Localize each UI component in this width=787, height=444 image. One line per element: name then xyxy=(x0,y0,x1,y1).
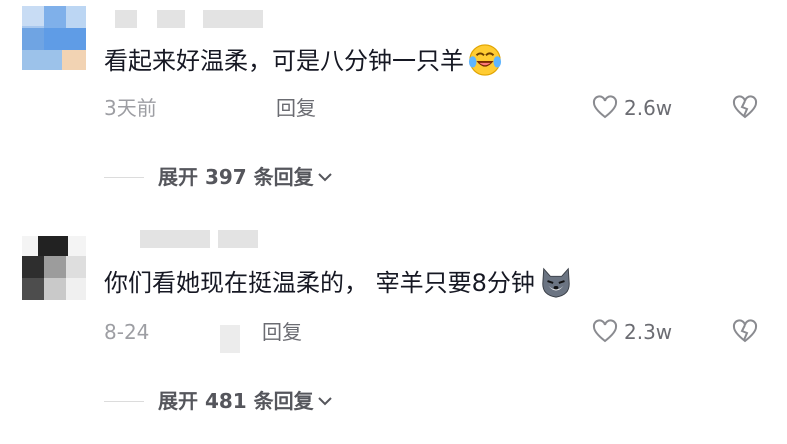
like-count: 2.6w xyxy=(624,96,673,120)
heart-icon xyxy=(592,95,618,119)
comment-text: 你们看她现在挺温柔的， 宰羊只要8分钟 xyxy=(104,267,573,301)
comment-text-content: 看起来好温柔，可是八分钟一只羊 xyxy=(104,47,464,75)
expand-replies-button[interactable]: 展开 481 条回复 xyxy=(104,386,334,416)
expand-replies-label: 展开 481 条回复 xyxy=(158,389,314,413)
heart-icon xyxy=(592,319,618,343)
chevron-down-icon xyxy=(317,397,332,406)
broken-heart-icon[interactable] xyxy=(732,319,758,345)
avatar[interactable] xyxy=(22,6,86,70)
comment-text: 看起来好温柔，可是八分钟一只羊 xyxy=(104,44,502,79)
username-blurred[interactable] xyxy=(115,10,265,28)
wolf-face-icon xyxy=(542,267,570,298)
comment-item: 看起来好温柔，可是八分钟一只羊 3天前 回复 2.6w 展开 397 条回复 xyxy=(0,0,787,222)
like-button[interactable]: 2.3w xyxy=(592,317,672,347)
username-blurred[interactable] xyxy=(140,230,260,248)
reply-button[interactable]: 回复 xyxy=(276,93,316,123)
chevron-down-icon xyxy=(317,173,332,182)
expand-replies-button[interactable]: 展开 397 条回复 xyxy=(104,162,334,192)
divider xyxy=(104,400,144,402)
like-count: 2.3w xyxy=(624,320,673,344)
comment-text-content: 你们看她现在挺温柔的， 宰羊只要8分钟 xyxy=(104,269,535,297)
blurred-region xyxy=(220,325,240,353)
comment-time: 8-24 xyxy=(104,320,150,344)
reply-button[interactable]: 回复 xyxy=(262,317,302,347)
expand-replies-label: 展开 397 条回复 xyxy=(158,165,314,189)
comment-time: 3天前 xyxy=(104,96,157,120)
broken-heart-icon[interactable] xyxy=(732,95,758,121)
like-button[interactable]: 2.6w xyxy=(592,93,672,123)
divider xyxy=(104,176,144,178)
avatar[interactable] xyxy=(22,236,86,300)
comment-item: 你们看她现在挺温柔的， 宰羊只要8分钟 8-24 回复 2.3w 展开 481 … xyxy=(0,222,787,444)
laughing-crying-face-icon xyxy=(468,44,502,76)
comment-meta: 8-24 回复 2.3w xyxy=(104,317,787,353)
comment-meta: 3天前 回复 2.6w xyxy=(104,93,787,123)
